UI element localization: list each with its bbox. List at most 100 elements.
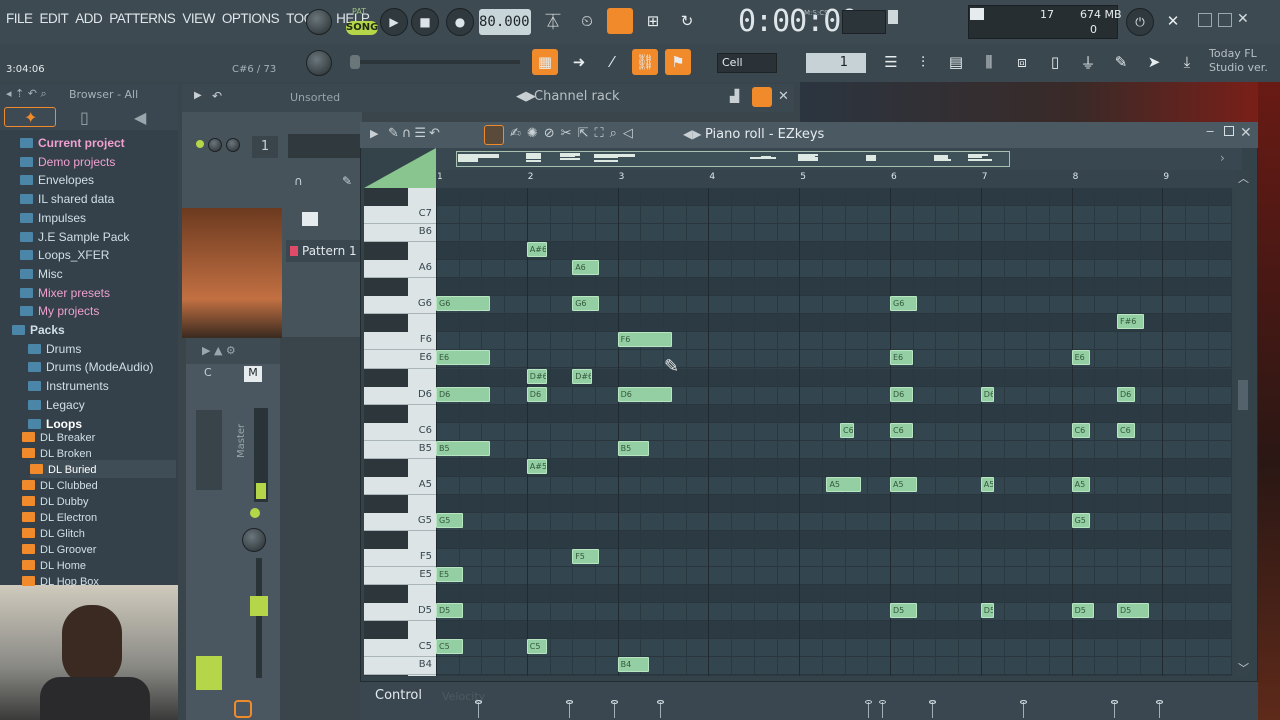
pr-edit-tools[interactable]: ✍✺⊘✂⇱⛶⌕◁ xyxy=(510,126,639,141)
midi-note[interactable]: E6 xyxy=(890,350,913,366)
midi-note[interactable]: C6 xyxy=(840,422,854,438)
snap-selector[interactable]: Cell xyxy=(717,53,777,73)
pr-scroll-right-icon[interactable]: › xyxy=(1220,151,1225,165)
mixer-m-button[interactable]: M xyxy=(244,366,262,382)
playlist-button[interactable]: ☰ xyxy=(878,49,904,75)
mixer-toolbar[interactable]: ▶ ▲ ⚙ xyxy=(186,338,280,364)
pitch-slider-knob[interactable] xyxy=(350,55,360,69)
black-key[interactable] xyxy=(364,458,408,477)
pencil-icon[interactable]: ✎ xyxy=(342,174,352,188)
menu-file[interactable]: FILE xyxy=(6,11,33,26)
loop-record-button[interactable]: ↻ xyxy=(674,8,700,34)
browser-item[interactable]: IL shared data xyxy=(20,190,176,208)
close-app-button[interactable]: ✕ xyxy=(1237,11,1249,27)
pr-close-button[interactable]: ✕ xyxy=(1240,125,1252,141)
black-key[interactable] xyxy=(364,314,408,333)
midi-note[interactable]: B4 xyxy=(617,657,650,673)
midi-note[interactable]: D6 xyxy=(980,386,995,402)
channel-pan-knob[interactable] xyxy=(226,138,240,152)
browser-title[interactable]: Browser - All xyxy=(69,88,138,101)
pr-maximize-button[interactable] xyxy=(1224,126,1234,136)
master-volume-knob[interactable] xyxy=(306,9,332,35)
browser-item[interactable]: DL Hop Box xyxy=(22,572,176,590)
master-pan-knob[interactable] xyxy=(242,528,266,552)
pr-vertical-scrollbar[interactable]: ︿ ﹀ xyxy=(1236,170,1250,676)
record-arm-icon[interactable] xyxy=(234,700,252,718)
channel-led[interactable] xyxy=(196,140,204,148)
midi-note[interactable]: C5 xyxy=(436,639,464,655)
news-panel[interactable]: Today FL Studio ver. xyxy=(1209,47,1268,75)
pr-minimize-button[interactable]: ‒ xyxy=(1206,124,1214,139)
piano-icon-small[interactable] xyxy=(302,212,318,226)
velocity-handle[interactable] xyxy=(656,700,664,704)
browser-item[interactable]: Mixer presets xyxy=(20,284,176,302)
browser-item[interactable]: J.E Sample Pack xyxy=(20,228,176,246)
step-field[interactable]: 1 xyxy=(806,53,866,73)
master-fader-track[interactable] xyxy=(256,558,262,678)
menu-patterns[interactable]: PATTERNS xyxy=(109,11,176,26)
velocity-handle[interactable] xyxy=(565,700,573,704)
midi-note[interactable]: D5 xyxy=(436,603,464,619)
browser-item[interactable]: Loops_XFER xyxy=(20,246,176,264)
midi-note[interactable]: A5 xyxy=(826,476,861,492)
velocity-stem[interactable] xyxy=(882,702,884,718)
plugin-button[interactable]: ⏚ xyxy=(1075,49,1101,75)
browser-item[interactable]: Impulses xyxy=(20,209,176,227)
midi-note[interactable]: E6 xyxy=(1071,350,1090,366)
midi-note[interactable]: B5 xyxy=(436,440,491,456)
main-pitch-knob[interactable] xyxy=(306,50,332,76)
magnet-icon[interactable]: ∩ xyxy=(294,174,303,188)
file-button[interactable]: ▯ xyxy=(1042,49,1068,75)
velocity-handle[interactable] xyxy=(1156,700,1163,704)
browser-item[interactable]: Legacy xyxy=(28,396,176,414)
browser-item[interactable]: Instruments xyxy=(28,377,176,395)
velocity-handle[interactable] xyxy=(1110,700,1118,704)
velocity-stem[interactable] xyxy=(868,702,870,718)
control-label[interactable]: Control xyxy=(375,688,422,703)
black-key[interactable] xyxy=(364,188,408,207)
channel-volume-knob[interactable] xyxy=(208,138,222,152)
midi-note[interactable]: A5 xyxy=(1071,476,1090,492)
channel-track-number[interactable]: 1 xyxy=(252,136,278,158)
menu-add[interactable]: ADD xyxy=(75,11,103,26)
link-button[interactable]: ⛓ xyxy=(632,49,658,75)
browser-item[interactable]: Drums xyxy=(28,340,176,358)
black-key[interactable] xyxy=(364,404,408,423)
midi-note[interactable]: E6 xyxy=(436,350,491,366)
midi-note[interactable]: C6 xyxy=(890,422,913,438)
midi-note[interactable]: G6 xyxy=(890,296,918,312)
velocity-stem[interactable] xyxy=(478,702,479,718)
velocity-handle[interactable] xyxy=(879,700,887,704)
black-key[interactable] xyxy=(364,278,408,297)
rack-button[interactable]: ▤ xyxy=(943,49,969,75)
midi-note[interactable]: F6 xyxy=(617,332,673,348)
pr-timeline[interactable]: 1 2 3 4 5 6 7 8 9 xyxy=(436,170,1242,188)
browser-item[interactable]: Current project xyxy=(20,134,176,152)
stop-button[interactable]: ■ xyxy=(411,8,439,36)
tempo-field[interactable]: 80.000 xyxy=(479,9,531,35)
midi-note[interactable]: B5 xyxy=(617,440,650,456)
midi-note[interactable]: A#6 xyxy=(526,242,547,258)
rack-close-icon[interactable]: ✕ xyxy=(778,89,789,104)
piano-keyboard[interactable]: C7 B6 A6 G6 F6 E6 D6 C6 B5 A5 G5 F5 E5 D5 C5 B4 xyxy=(364,188,436,676)
midi-note[interactable]: G6 xyxy=(436,296,491,312)
play-button[interactable]: ▶ xyxy=(380,8,408,36)
velocity-stem[interactable] xyxy=(659,702,661,718)
note-grid[interactable]: G6 E6 D6 B5 G5 E5 D5 C5 A#6 D#6 D6 A#5 C5 A6 G6 D#6 F5 F6… xyxy=(436,188,1232,676)
download-button[interactable]: ⤓ xyxy=(1174,49,1200,75)
mixer-c-label[interactable]: C xyxy=(204,366,212,379)
midi-note[interactable]: G6 xyxy=(572,296,600,312)
pitch-slider-track[interactable] xyxy=(350,60,520,64)
browser-item[interactable]: Envelopes xyxy=(20,171,176,189)
midi-note[interactable]: D#6 xyxy=(526,368,547,384)
velocity-stem[interactable] xyxy=(614,702,616,718)
pitch-slider-handle[interactable] xyxy=(888,10,898,24)
playlist-arrow-button[interactable]: ➜ xyxy=(566,49,592,75)
midi-note[interactable]: G5 xyxy=(1071,512,1090,528)
black-key[interactable] xyxy=(364,621,408,640)
minimize-button[interactable] xyxy=(1198,13,1212,27)
velocity-stem[interactable] xyxy=(1022,702,1024,718)
pat-mode-label[interactable]: PAT xyxy=(352,7,366,16)
doc-icon[interactable]: ▯ xyxy=(80,108,89,127)
velocity-stem[interactable] xyxy=(1113,702,1115,718)
